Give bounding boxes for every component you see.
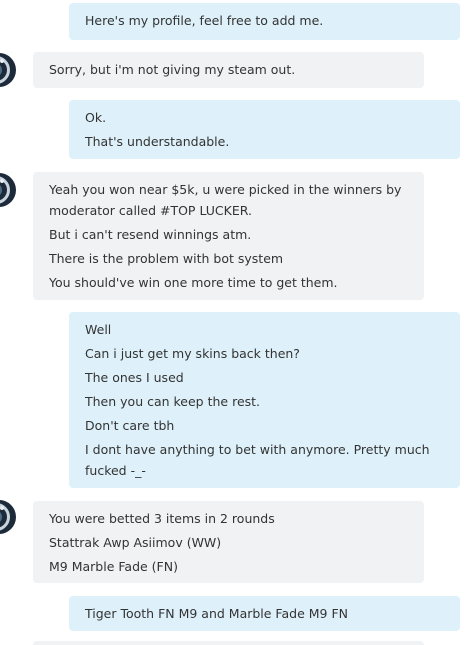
message-line: You should've win one more time to get t… xyxy=(49,275,338,290)
message-line: Stattrak Awp Asiimov (WW) xyxy=(49,535,222,550)
next-message-edge xyxy=(33,641,424,645)
user-avatar[interactable] xyxy=(0,53,16,87)
message-line: You were betted 3 items in 2 rounds xyxy=(49,511,275,526)
message-line: Don't care tbh xyxy=(85,418,175,433)
outgoing-message[interactable]: Tiger Tooth FN M9 and Marble Fade M9 FN xyxy=(69,596,460,631)
outgoing-message[interactable]: Here's my profile, feel free to add me. xyxy=(69,3,460,40)
message-line: Then you can keep the rest. xyxy=(85,394,261,409)
chat-conversation: Here's my profile, feel free to add me. … xyxy=(0,0,473,645)
message-line: I dont have anything to bet with anymore… xyxy=(85,442,430,478)
message-line: Well xyxy=(85,322,112,337)
message-line: Tiger Tooth FN M9 and Marble Fade M9 FN xyxy=(85,606,348,621)
outgoing-message[interactable]: Ok. That's understandable. xyxy=(69,100,460,159)
message-line: The ones I used xyxy=(85,370,184,385)
message-line: But i can't resend winnings atm. xyxy=(49,227,252,242)
message-line: That's understandable. xyxy=(85,134,230,149)
message-line: Sorry, but i'm not giving my steam out. xyxy=(49,62,296,77)
message-line: M9 Marble Fade (FN) xyxy=(49,559,178,574)
message-line: Can i just get my skins back then? xyxy=(85,346,300,361)
message-line: Yeah you won near $5k, u were picked in … xyxy=(49,182,402,218)
incoming-message[interactable]: Yeah you won near $5k, u were picked in … xyxy=(33,172,424,300)
message-line: Here's my profile, feel free to add me. xyxy=(85,13,324,28)
outgoing-message[interactable]: Well Can i just get my skins back then? … xyxy=(69,312,460,488)
message-line: There is the problem with bot system xyxy=(49,251,284,266)
user-avatar[interactable] xyxy=(0,173,16,207)
incoming-message[interactable]: You were betted 3 items in 2 rounds Stat… xyxy=(33,501,424,583)
incoming-message[interactable]: Sorry, but i'm not giving my steam out. xyxy=(33,52,424,88)
message-line: Ok. xyxy=(85,110,107,125)
user-avatar[interactable] xyxy=(0,500,16,534)
